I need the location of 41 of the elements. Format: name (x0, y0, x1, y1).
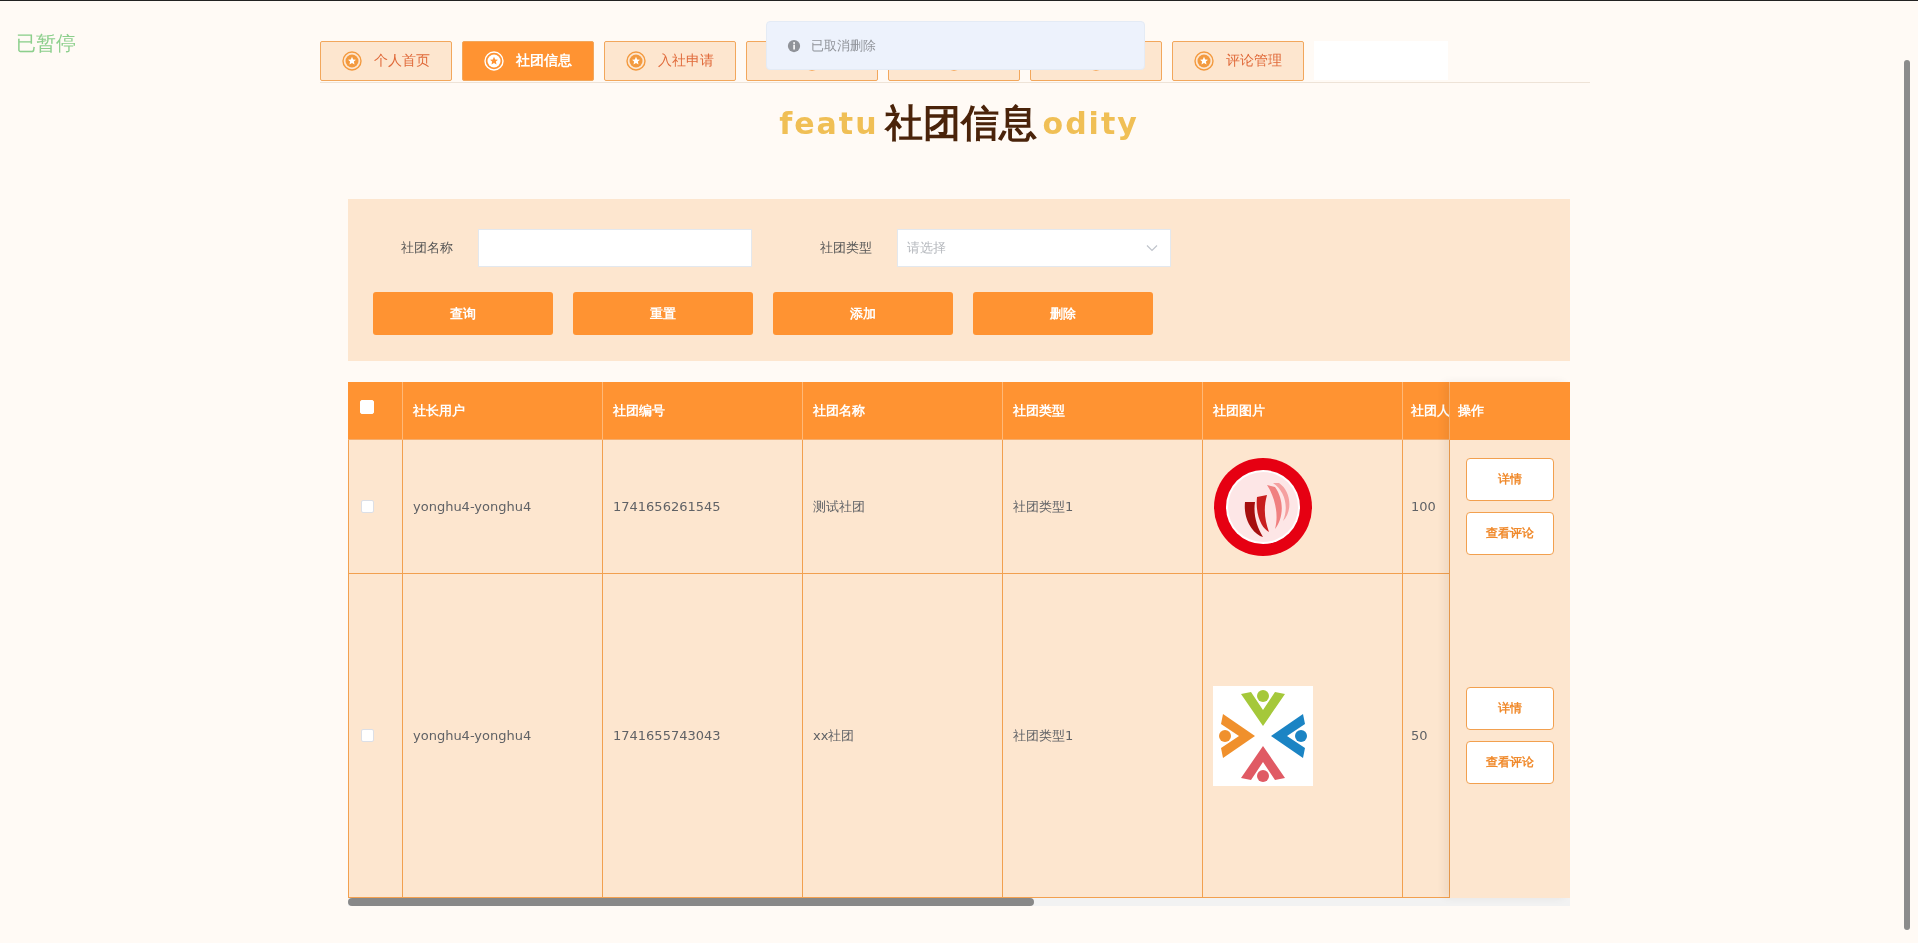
filter-label: 社团类型 (819, 239, 872, 257)
filter-label: 社团名称 (400, 239, 453, 257)
toast-text: 已取消删除 (811, 36, 876, 55)
type-select-field[interactable]: 请选择 (897, 229, 1171, 267)
star-icon (342, 51, 362, 71)
nav-tab[interactable]: 个人首页 (320, 41, 452, 81)
table-cell: yonghu4-yonghu4 (403, 440, 603, 573)
row-action-button[interactable]: 详情 (1466, 687, 1554, 730)
select-all-checkbox[interactable] (360, 399, 374, 414)
row-action-button[interactable]: 查看评论 (1466, 741, 1554, 784)
star-icon (484, 51, 504, 71)
heading-backdrop-text: featu (779, 105, 879, 141)
action-button[interactable]: 查询 (373, 292, 553, 335)
row-action-button[interactable]: 查看评论 (1466, 512, 1554, 555)
row-checkbox[interactable] (361, 729, 374, 742)
row-checkbox[interactable] (361, 500, 374, 513)
action-button[interactable]: 删除 (973, 292, 1153, 335)
heading-backdrop-text: odity (1042, 105, 1139, 141)
vertical-scrollbar[interactable] (1904, 60, 1910, 930)
nav-tab[interactable]: 社团信息 (462, 41, 594, 81)
table-cell: 测试社团 (803, 440, 1003, 573)
table-cell: 社团类型1 (1003, 440, 1203, 573)
row-action-button[interactable]: 详情 (1466, 458, 1554, 501)
star-icon (1194, 51, 1214, 71)
table-cell: xx社团 (803, 574, 1003, 897)
name-input-field[interactable] (478, 229, 752, 267)
table-cell: 1741656261545 (603, 440, 803, 573)
page-title: 社团信息 (884, 99, 1037, 147)
horizontal-scrollbar[interactable] (348, 898, 1034, 906)
nav-tab[interactable]: 评论管理 (1172, 41, 1304, 81)
table-cell: 社团类型1 (1003, 574, 1203, 897)
nav-tab[interactable]: 入社申请 (604, 41, 736, 81)
star-icon (626, 51, 646, 71)
table-cell: yonghu4-yonghu4 (403, 574, 603, 897)
column-header: 操作 (1450, 382, 1570, 440)
action-button[interactable]: 重置 (573, 292, 753, 335)
status-overlay-text: 已暂停 (16, 30, 76, 57)
chevron-down-icon (1146, 244, 1158, 252)
info-icon (787, 38, 801, 53)
action-button[interactable]: 添加 (773, 292, 953, 335)
table-cell: 1741655743043 (603, 574, 803, 897)
